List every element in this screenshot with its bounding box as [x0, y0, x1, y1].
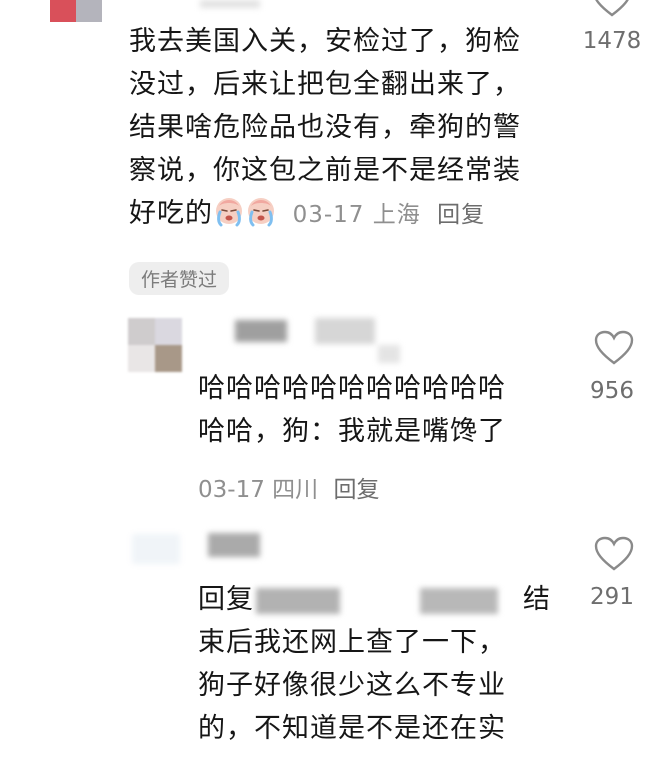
comment-line: 束后我还网上查了一下， — [198, 627, 506, 658]
username[interactable] — [378, 345, 400, 363]
mentioned-username[interactable] — [256, 588, 340, 614]
comment-text: 哈哈哈哈哈哈哈哈哈哈哈 哈哈，狗：我就是嘴馋了 — [198, 367, 568, 453]
comment-last-line: 好吃的 03-17 上海 回复 — [129, 192, 569, 237]
comment-first-line: 回复 结 — [198, 578, 568, 621]
comment-meta: 03-17 上海 回复 — [293, 202, 485, 228]
comment-meta: 03-17 四川 回复 — [198, 470, 379, 504]
crying-face-icon — [248, 198, 274, 227]
comment-text: 我去美国入关，安检过了，狗检 没过，后来让把包全翻出来了， 结果啥危险品也没有，… — [129, 20, 569, 237]
avatar[interactable] — [50, 0, 102, 22]
comment-date: 03-17 — [292, 202, 365, 228]
comment-line: 没过，后来让把包全翻出来了， — [129, 69, 521, 100]
heart-outline-icon[interactable] — [592, 0, 632, 18]
reply-button[interactable]: 回复 — [437, 202, 485, 228]
author-liked-badge: 作者赞过 — [129, 262, 230, 295]
username[interactable] — [208, 533, 260, 557]
like-count: 956 — [590, 378, 634, 404]
username[interactable] — [200, 0, 260, 8]
heart-outline-icon[interactable] — [594, 536, 634, 572]
comment-line: 哈哈哈哈哈哈哈哈哈哈哈 — [198, 373, 506, 404]
heart-outline-icon[interactable] — [594, 330, 634, 366]
comment-location: 四川 — [272, 477, 319, 503]
mentioned-username[interactable] — [420, 588, 498, 614]
username[interactable] — [315, 318, 375, 344]
comment-line: 哈哈，狗：我就是嘴馋了 — [198, 416, 506, 447]
comment-fragment: 结 — [523, 584, 551, 615]
like-count: 1478 — [582, 28, 642, 54]
comment-line: 好吃的 — [129, 198, 213, 229]
comment-line: 察说，你这包之前是不是经常装 — [129, 155, 521, 186]
comment-line: 的，不知道是不是还在实 — [198, 713, 506, 744]
username[interactable] — [235, 320, 287, 342]
reply-prefix: 回复 — [198, 584, 254, 615]
comment-date: 03-17 — [198, 477, 265, 503]
avatar[interactable] — [128, 318, 182, 372]
crying-face-icon — [216, 198, 242, 227]
comment-line: 我去美国入关，安检过了，狗检 — [129, 26, 521, 57]
comment-line: 狗子好像很少这么不专业 — [198, 670, 506, 701]
like-count: 291 — [590, 584, 634, 610]
comment-text: 回复 结 束后我还网上查了一下， 狗子好像很少这么不专业 的，不知道是不是还在实 — [198, 578, 568, 750]
reply-button[interactable]: 回复 — [333, 477, 379, 503]
avatar[interactable] — [132, 534, 180, 564]
comment-line: 结果啥危险品也没有，牵狗的警 — [129, 112, 521, 143]
comment-location: 上海 — [372, 202, 421, 228]
